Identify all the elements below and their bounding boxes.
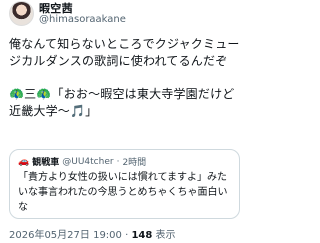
quoted-time: 2時間 (122, 158, 147, 168)
author-handle[interactable]: @himasoraakane (39, 14, 126, 25)
quoted-text: 「貴方より女性の扱いには慣れてますよ」みたいな事言われたの今思うとめちゃくちゃ面… (18, 172, 228, 213)
views-count: 148 (131, 230, 153, 241)
quoted-post-header: 🚗 観戦車 @UU4tcher · 2時間 (18, 155, 147, 169)
post-footer: 2026年05月27日 19:00 · 148 表示 (9, 226, 176, 241)
post-body: 俺なんて知らないところでクジャクミュージカルダンスの歌詞に使われてるんだぞ 🦚三… (9, 36, 245, 120)
quoted-author-handle: @UU4tcher (62, 156, 114, 167)
post-timestamp[interactable]: 2026年05月27日 19:00 (9, 230, 122, 241)
author-avatar[interactable] (9, 1, 34, 26)
post-line-1: 俺なんて知らないところでクジャクミュージカルダンスの歌詞に使われてるんだぞ (9, 37, 240, 68)
views-label: 表示 (155, 230, 176, 241)
separator-dot: · (116, 156, 120, 167)
post-line-2: 🦚三🦚「おお〜暇空は東大寺学園だけど近畿大学〜🎵」 (9, 86, 245, 120)
quoted-author-name: 観戦車 (32, 158, 60, 168)
peacock-emoji: 🦚三🦚 (9, 87, 52, 101)
footer-dot: · (125, 230, 129, 241)
quoted-emoji: 🚗 (18, 156, 30, 167)
quoted-post[interactable]: 🚗 観戦車 @UU4tcher · 2時間 「貴方より女性の扱いには慣れてますよ… (9, 149, 240, 219)
